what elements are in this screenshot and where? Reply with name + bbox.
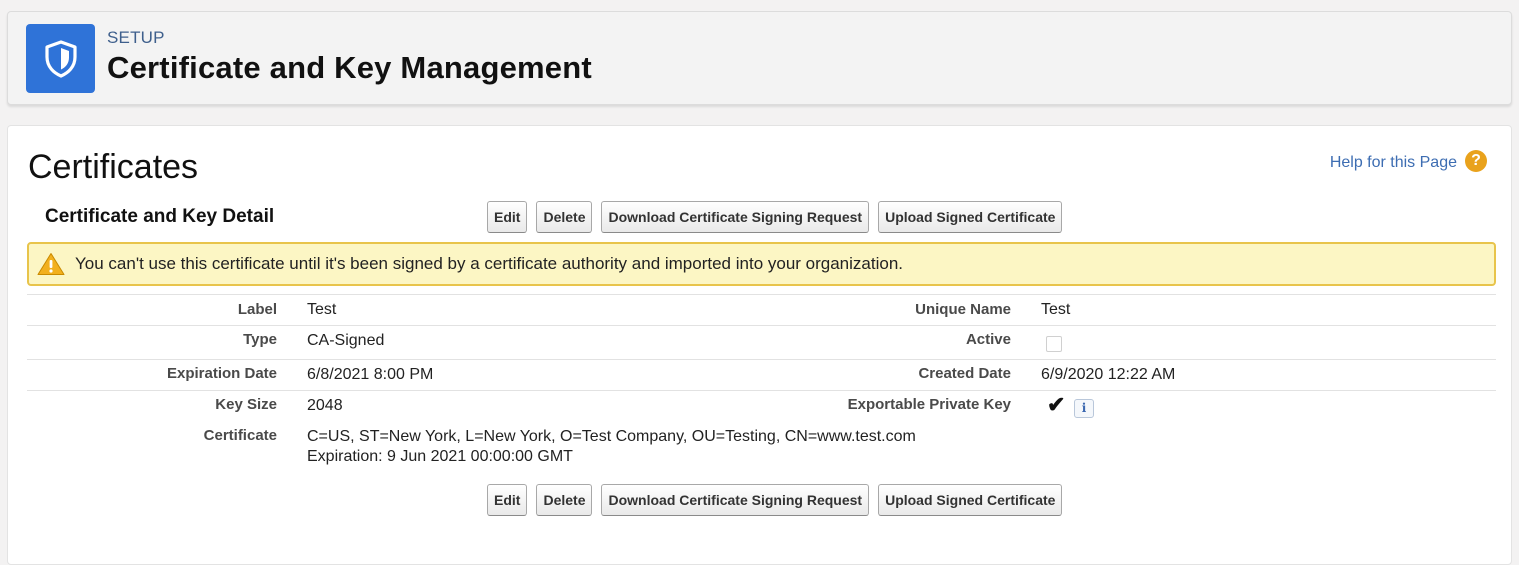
certificate-label: Certificate	[203, 427, 277, 444]
created-date-label: Created Date	[918, 365, 1011, 382]
warning-icon	[37, 253, 65, 275]
exportable-private-key-label: Exportable Private Key	[847, 396, 1011, 413]
header-title: Certificate and Key Management	[107, 50, 592, 85]
header-eyebrow: SETUP	[107, 28, 165, 47]
download-csr-button[interactable]: Download Certificate Signing Request	[601, 484, 870, 516]
upload-signed-certificate-button[interactable]: Upload Signed Certificate	[878, 484, 1063, 516]
top-button-bar: Edit Delete Download Certificate Signing…	[487, 201, 1063, 233]
detail-row: Expiration Date 6/8/2021 8:00 PM Created…	[27, 359, 1496, 390]
detail-table: Label Test Unique Name Test Type CA-Sign…	[27, 294, 1496, 475]
main-panel: Certificates Help for this Page ? Certif…	[7, 125, 1512, 565]
certificate-expiration: Expiration: 9 Jun 2021 00:00:00 GMT	[307, 448, 573, 465]
edit-button[interactable]: Edit	[487, 201, 528, 233]
detail-row: Type CA-Signed Active	[27, 325, 1496, 359]
help-icon[interactable]: ?	[1465, 150, 1487, 172]
detail-row: Key Size 2048 Exportable Private Key ✔ i	[27, 390, 1496, 423]
warning-text: You can't use this certificate until it'…	[75, 254, 904, 273]
unique-name-value: Test	[1041, 301, 1071, 318]
certificate-subject: C=US, ST=New York, L=New York, O=Test Co…	[307, 428, 916, 445]
upload-signed-certificate-button[interactable]: Upload Signed Certificate	[878, 201, 1063, 233]
delete-button[interactable]: Delete	[536, 484, 593, 516]
shield-icon	[26, 24, 95, 93]
edit-button[interactable]: Edit	[487, 484, 528, 516]
warning-banner: You can't use this certificate until it'…	[27, 242, 1496, 286]
checkmark-icon: ✔	[1047, 392, 1066, 417]
page-header: SETUP Certificate and Key Management	[7, 11, 1512, 105]
info-icon[interactable]: i	[1074, 399, 1094, 418]
detail-row: Label Test Unique Name Test	[27, 294, 1496, 325]
detail-row: Certificate C=US, ST=New York, L=New Yor…	[27, 423, 1496, 475]
created-date-value: 6/9/2020 12:22 AM	[1041, 366, 1176, 383]
download-csr-button[interactable]: Download Certificate Signing Request	[601, 201, 870, 233]
bottom-button-bar: Edit Delete Download Certificate Signing…	[487, 484, 1063, 516]
unique-name-label: Unique Name	[915, 301, 1011, 318]
delete-button[interactable]: Delete	[536, 201, 593, 233]
page-title: Certificates	[28, 148, 199, 186]
help-link[interactable]: Help for this Page	[1330, 154, 1457, 172]
section-title: Certificate and Key Detail	[45, 206, 275, 227]
active-label: Active	[965, 331, 1011, 348]
active-checkbox	[1046, 336, 1062, 352]
